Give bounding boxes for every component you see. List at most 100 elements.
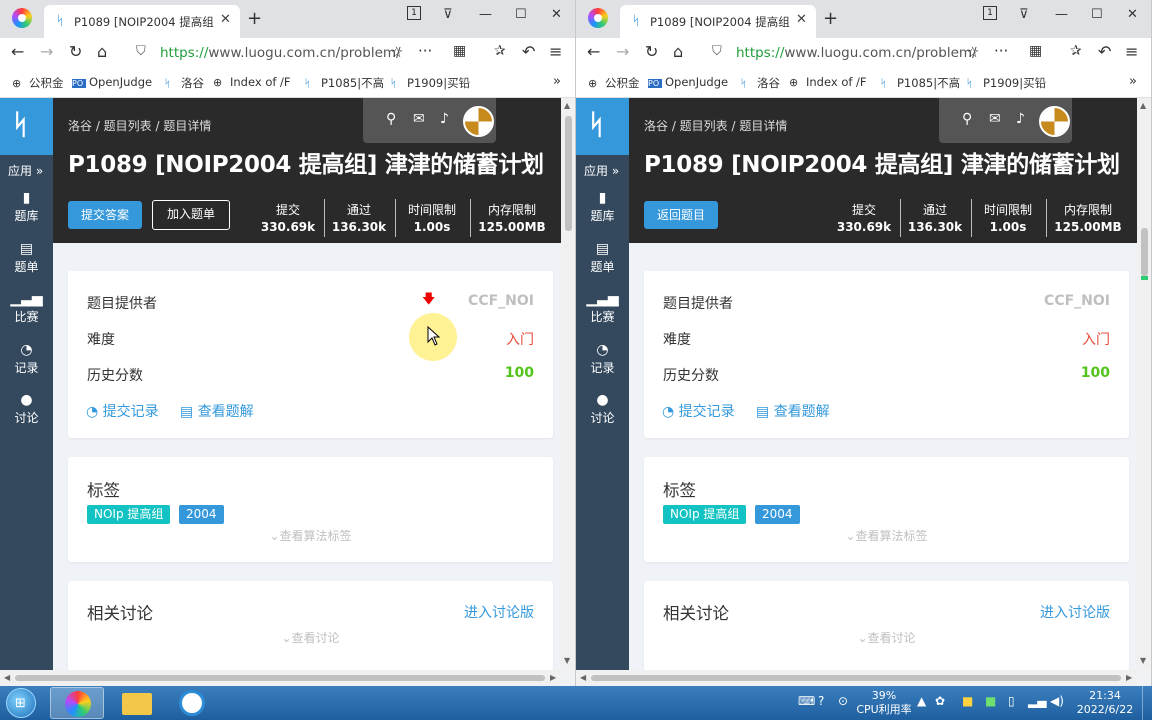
close-window-icon[interactable]: ✕	[551, 7, 562, 22]
tray-expand-icon[interactable]: ▲	[917, 694, 926, 708]
close-tab-icon[interactable]: ✕	[796, 12, 807, 27]
tag-noip[interactable]: NOIp 提高组	[87, 505, 171, 524]
maximize-icon[interactable]: ☐	[515, 7, 527, 22]
close-window-icon[interactable]: ✕	[1127, 7, 1138, 22]
menu-icon[interactable]: ≡	[549, 42, 562, 61]
avatar[interactable]	[1039, 106, 1070, 137]
volume-icon[interactable]: ◀)	[1050, 694, 1064, 708]
apps-grid-icon[interactable]: ▦	[453, 43, 466, 59]
vertical-scrollbar[interactable]: ▲ ▼	[561, 98, 575, 670]
sidebar-app-toggle[interactable]: 应用 »	[584, 162, 619, 179]
provider-value[interactable]: CCF_NOI	[1044, 293, 1110, 309]
bell-icon[interactable]: ♪	[1016, 111, 1025, 127]
mail-icon[interactable]: ✉	[413, 111, 425, 127]
favorites-icon[interactable]: ✰	[1070, 43, 1082, 59]
sidebar-item-records[interactable]: ◔ 记录	[576, 342, 629, 376]
show-desktop-button[interactable]	[1142, 686, 1152, 720]
new-tab-icon[interactable]: +	[823, 8, 838, 29]
browser-tab[interactable]: ᛋ P1089 [NOIP2004 提高组] 津 ✕	[620, 5, 816, 38]
forward-icon[interactable]: →	[616, 42, 629, 61]
add-to-list-button[interactable]: 加入题单	[152, 200, 230, 230]
tag-noip[interactable]: NOIp 提高组	[663, 505, 747, 524]
security-icon[interactable]: ■	[985, 694, 996, 708]
show-discussions[interactable]: ⌄查看讨论	[68, 629, 553, 646]
submit-answer-button[interactable]: 提交答案	[68, 201, 143, 229]
cpu-usage[interactable]: 39% CPU利用率	[855, 689, 913, 717]
taskbar-browser[interactable]	[50, 687, 104, 719]
start-button[interactable]: ⊞	[6, 688, 36, 718]
bookmark-item[interactable]: ⊕ Index of /F	[213, 75, 291, 89]
search-icon[interactable]: ⚲	[962, 111, 972, 127]
bell-icon[interactable]: ♪	[440, 111, 449, 127]
scroll-thumb[interactable]	[15, 675, 545, 681]
keyboard-icon[interactable]: ⌨	[798, 694, 815, 708]
scroll-thumb[interactable]	[565, 116, 572, 231]
shirt-icon[interactable]: ⊽	[1019, 7, 1029, 22]
browser-logo-icon[interactable]	[588, 8, 608, 28]
enter-discussion-link[interactable]: 进入讨论版	[1040, 602, 1110, 622]
view-solutions-link[interactable]: ▤ 查看题解	[180, 401, 254, 421]
sidebar-item-lists[interactable]: ▤ 题单	[576, 241, 629, 275]
page-actions-icon[interactable]: ···	[994, 42, 1008, 60]
forward-icon[interactable]: →	[40, 42, 53, 61]
undo-icon[interactable]: ↶	[522, 42, 535, 61]
shield-icon[interactable]: ⛉	[712, 44, 722, 59]
shirt-icon[interactable]: ⊽	[443, 7, 453, 22]
shield-icon[interactable]: ⛉	[136, 44, 146, 59]
reload-icon[interactable]: ↻	[645, 42, 658, 61]
scroll-down-icon[interactable]: ▼	[1140, 656, 1146, 665]
bookmark-item[interactable]: ⊕ 公积金	[12, 75, 64, 91]
enter-discussion-link[interactable]: 进入讨论版	[464, 602, 534, 622]
luogu-logo[interactable]: ᛋ	[0, 98, 53, 155]
sidebar-item-problems[interactable]: ▮ 题库	[576, 190, 629, 224]
sidebar-item-records[interactable]: ◔ 记录	[0, 342, 53, 376]
provider-value[interactable]: CCF_NOI	[468, 293, 534, 309]
apps-grid-icon[interactable]: ▦	[1029, 43, 1042, 59]
scroll-thumb[interactable]	[1141, 228, 1148, 276]
bookmark-item[interactable]: ᛋ 洛谷	[164, 75, 204, 91]
signal-icon[interactable]: ▂▄	[1028, 694, 1046, 708]
back-icon[interactable]: ←	[11, 42, 24, 61]
browser-tab[interactable]: ᛋ P1089 [NOIP2004 提高组] 津 ✕	[44, 5, 240, 38]
clock[interactable]: 21:34 2022/6/22	[1074, 689, 1136, 717]
back-to-problem-button[interactable]: 返回题目	[644, 201, 719, 229]
bookmark-item[interactable]: ᛋ P1909|买铅	[390, 75, 470, 91]
tag-year[interactable]: 2004	[755, 505, 800, 524]
more-bookmarks-icon[interactable]: »	[553, 74, 561, 89]
sidebar-item-discuss[interactable]: ● 讨论	[0, 392, 53, 426]
search-icon[interactable]: ⚲	[386, 111, 396, 127]
tab-count-icon[interactable]: 1	[983, 6, 997, 20]
tab-count-icon[interactable]: 1	[407, 6, 421, 20]
bookmark-star-icon[interactable]: ☆	[390, 43, 403, 61]
help-icon[interactable]: ?	[818, 694, 824, 708]
minimize-icon[interactable]: —	[1055, 7, 1068, 22]
vertical-scrollbar[interactable]: ▲ ▼	[1137, 98, 1151, 670]
view-solutions-link[interactable]: ▤ 查看题解	[756, 401, 830, 421]
bookmark-item[interactable]: ⊕ 公积金	[588, 75, 640, 91]
scroll-right-icon[interactable]: ▶	[1126, 673, 1132, 682]
mail-icon[interactable]: ✉	[989, 111, 1001, 127]
back-icon[interactable]: ←	[587, 42, 600, 61]
undo-icon[interactable]: ↶	[1098, 42, 1111, 61]
tag-year[interactable]: 2004	[179, 505, 224, 524]
taskbar-explorer[interactable]	[110, 687, 164, 719]
home-icon[interactable]: ⌂	[673, 42, 683, 61]
luogu-logo[interactable]: ᛋ	[576, 98, 629, 155]
url-bar[interactable]: ⛉ https://www.luogu.com.cn/problem/ ☆ ··…	[704, 41, 1022, 65]
breadcrumb[interactable]: 洛谷 / 题目列表 / 题目详情	[644, 117, 787, 134]
scroll-up-icon[interactable]: ▲	[564, 101, 570, 110]
bookmark-item[interactable]: ⊕ Index of /F	[789, 75, 867, 89]
home-icon[interactable]: ⌂	[97, 42, 107, 61]
sidebar-item-problems[interactable]: ▮ 题库	[0, 190, 53, 224]
show-discussions[interactable]: ⌄查看讨论	[644, 629, 1129, 646]
taskbar-app[interactable]	[165, 687, 219, 719]
network-status-icon[interactable]: ⊙	[838, 694, 848, 708]
scroll-thumb[interactable]	[591, 675, 1121, 681]
show-algorithm-tags[interactable]: ⌄查看算法标签	[68, 527, 553, 544]
more-bookmarks-icon[interactable]: »	[1129, 74, 1137, 89]
sidebar-item-lists[interactable]: ▤ 题单	[0, 241, 53, 275]
bookmark-item[interactable]: ᛋ P1085|不高	[304, 75, 384, 91]
url-bar[interactable]: ⛉ https://www.luogu.com.cn/problem/ ☆ ··…	[128, 41, 446, 65]
scroll-right-icon[interactable]: ▶	[550, 673, 556, 682]
favorites-icon[interactable]: ✰	[494, 43, 506, 59]
